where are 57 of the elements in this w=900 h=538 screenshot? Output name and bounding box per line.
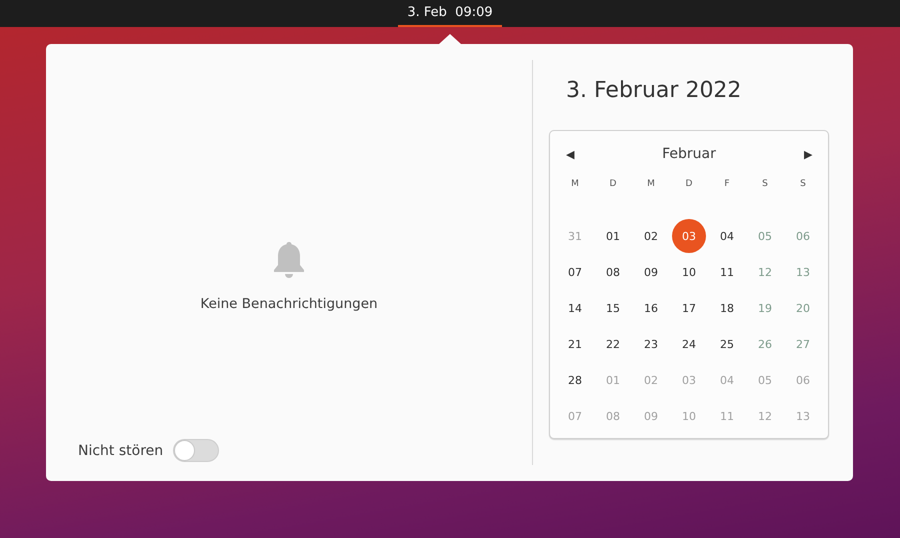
calendar-day[interactable]: 16	[634, 291, 668, 325]
calendar-day[interactable]: 06	[786, 219, 820, 253]
calendar-day[interactable]: 01	[596, 363, 630, 397]
do-not-disturb-switch[interactable]	[173, 439, 220, 462]
calendar-day[interactable]: 13	[786, 255, 820, 289]
calendar-day[interactable]: 05	[748, 363, 782, 397]
calendar-day[interactable]: 11	[710, 399, 744, 433]
calendar-day[interactable]: 22	[596, 327, 630, 361]
calendar-day[interactable]: 07	[558, 255, 592, 289]
calendar-day[interactable]: 14	[558, 291, 592, 325]
calendar-day[interactable]: 02	[634, 363, 668, 397]
month-label: Februar	[662, 146, 716, 162]
calendar-day[interactable]: 10	[672, 399, 706, 433]
weekday-label: M	[646, 178, 656, 191]
calendar-day[interactable]: 03	[672, 219, 706, 253]
calendar-day[interactable]: 01	[596, 219, 630, 253]
calendar-day[interactable]: 31	[558, 219, 592, 253]
calendar-day[interactable]: 04	[710, 363, 744, 397]
calendar-day[interactable]: 03	[672, 363, 706, 397]
calendar-day[interactable]: 08	[596, 255, 630, 289]
calendar-day[interactable]: 07	[558, 399, 592, 433]
calendar-day[interactable]: 12	[748, 255, 782, 289]
calendar-day[interactable]: 09	[634, 255, 668, 289]
previous-month-button[interactable]: ◀	[562, 148, 578, 160]
empty-notifications-text: Keine Benachrichtigungen	[200, 296, 378, 312]
date-title: 3. Februar 2022	[565, 77, 742, 105]
calendar-day[interactable]: 11	[710, 255, 744, 289]
calendar-day[interactable]: 23	[634, 327, 668, 361]
calendar-day[interactable]: 20	[786, 291, 820, 325]
weekday-label: D	[608, 178, 618, 191]
calendar-day[interactable]: 15	[596, 291, 630, 325]
calendar-day[interactable]: 13	[786, 399, 820, 433]
calendar-day[interactable]: 26	[748, 327, 782, 361]
next-month-button[interactable]: ▶	[800, 148, 816, 160]
calendar-day[interactable]: 18	[710, 291, 744, 325]
calendar-day[interactable]: 02	[634, 219, 668, 253]
bell-icon	[271, 240, 307, 280]
calendar-day[interactable]: 05	[748, 219, 782, 253]
calendar-day[interactable]: 10	[672, 255, 706, 289]
calendar-day[interactable]: 25	[710, 327, 744, 361]
weekday-label: S	[761, 178, 769, 191]
calendar-day[interactable]: 24	[672, 327, 706, 361]
calendar-day[interactable]: 17	[672, 291, 706, 325]
calendar-day[interactable]: 21	[558, 327, 592, 361]
weekday-label: D	[684, 178, 694, 191]
weekday-label: S	[799, 178, 807, 191]
calendar-day[interactable]: 08	[596, 399, 630, 433]
weekday-label: M	[570, 178, 580, 191]
calendar-day[interactable]: 12	[748, 399, 782, 433]
calendar-day[interactable]: 19	[748, 291, 782, 325]
calendar-day[interactable]: 04	[710, 219, 744, 253]
weekday-label: F	[723, 178, 731, 191]
calendar-day[interactable]: 27	[786, 327, 820, 361]
calendar-day[interactable]: 06	[786, 363, 820, 397]
calendar-day[interactable]: 28	[558, 363, 592, 397]
do-not-disturb-label: Nicht stören	[78, 442, 164, 458]
calendar-day[interactable]: 09	[634, 399, 668, 433]
